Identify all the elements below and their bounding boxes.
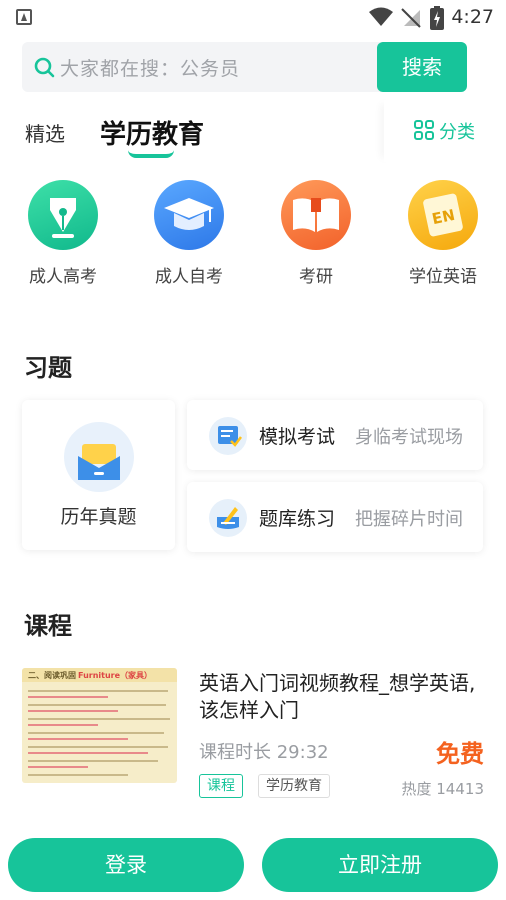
mock-exam-card[interactable]: 模拟考试 身临考试现场 xyxy=(187,400,483,470)
course-item[interactable]: 二、阅读巩固 Furniture（家具） 英语入门词视频教程_想学英语,该怎样入门… xyxy=(22,668,484,808)
wifi-icon xyxy=(369,7,393,26)
pencil-tray-icon xyxy=(209,499,247,537)
bottom-action-bar: 登录 立即注册 xyxy=(0,834,506,900)
register-button[interactable]: 立即注册 xyxy=(262,838,498,892)
course-title: 英语入门词视频教程_想学英语,该怎样入门 xyxy=(199,671,476,722)
question-bank-card[interactable]: 题库练习 把握碎片时间 xyxy=(187,482,483,552)
category-item-adult-college-exam[interactable]: 成人高考 xyxy=(8,180,118,287)
tab-bar: 精选 学历教育 分类 xyxy=(0,100,506,162)
category-divider xyxy=(384,100,396,162)
category-label: 考研 xyxy=(299,267,333,287)
app-icon xyxy=(16,9,32,25)
en-badge-icon: EN xyxy=(408,180,478,250)
course-price: 免费 xyxy=(436,740,484,768)
grid-icon xyxy=(414,120,436,142)
search-placeholder: 大家都在搜：公务员 xyxy=(60,58,241,80)
tab-academic-education[interactable]: 学历教育 xyxy=(100,114,204,151)
search-button[interactable]: 搜索 xyxy=(377,42,467,92)
course-tag: 学历教育 xyxy=(258,774,330,798)
exercises-section-title: 习题 xyxy=(24,354,72,382)
envelope-icon xyxy=(64,422,134,492)
course-tag: 课程 xyxy=(199,774,243,798)
status-time: 4:27 xyxy=(451,6,494,28)
search-icon xyxy=(34,57,55,78)
category-label: 学位英语 xyxy=(409,267,477,287)
category-item-self-study-exam[interactable]: 成人自考 xyxy=(134,180,244,287)
graduation-cap-icon xyxy=(154,180,224,250)
question-bank-subtitle: 把握碎片时间 xyxy=(355,509,463,530)
mock-exam-subtitle: 身临考试现场 xyxy=(355,427,463,448)
category-label: 成人高考 xyxy=(29,267,97,287)
open-book-icon xyxy=(281,180,351,250)
mock-exam-title: 模拟考试 xyxy=(259,426,336,448)
status-bar: 4:27 xyxy=(0,0,506,34)
category-item-degree-english[interactable]: EN 学位英语 xyxy=(388,180,498,287)
past-papers-label: 历年真题 xyxy=(60,506,137,528)
search-input[interactable]: 大家都在搜：公务员 xyxy=(22,42,382,92)
search-bar: 大家都在搜：公务员 搜索 xyxy=(22,42,467,92)
category-item-postgraduate-exam[interactable]: 考研 xyxy=(261,180,371,287)
past-papers-card[interactable]: 历年真题 xyxy=(22,400,175,550)
question-bank-title: 题库练习 xyxy=(259,508,336,530)
fountain-pen-icon xyxy=(28,180,98,250)
category-label: 分类 xyxy=(439,122,475,143)
courses-section-title: 课程 xyxy=(24,612,72,640)
exam-paper-icon xyxy=(209,417,247,455)
course-heat: 热度 14413 xyxy=(401,780,485,798)
login-button[interactable]: 登录 xyxy=(8,838,244,892)
course-duration: 课程时长 29:32 xyxy=(199,742,329,763)
battery-icon xyxy=(430,6,444,30)
no-signal-icon xyxy=(401,8,421,28)
category-button[interactable]: 分类 xyxy=(414,119,475,143)
course-thumbnail: 二、阅读巩固 Furniture（家具） xyxy=(22,668,177,783)
tab-featured[interactable]: 精选 xyxy=(25,118,65,147)
category-icons: 成人高考 成人自考 考研 EN 学位英语 xyxy=(0,180,506,290)
active-tab-indicator xyxy=(128,150,174,158)
category-label: 成人自考 xyxy=(155,267,223,287)
